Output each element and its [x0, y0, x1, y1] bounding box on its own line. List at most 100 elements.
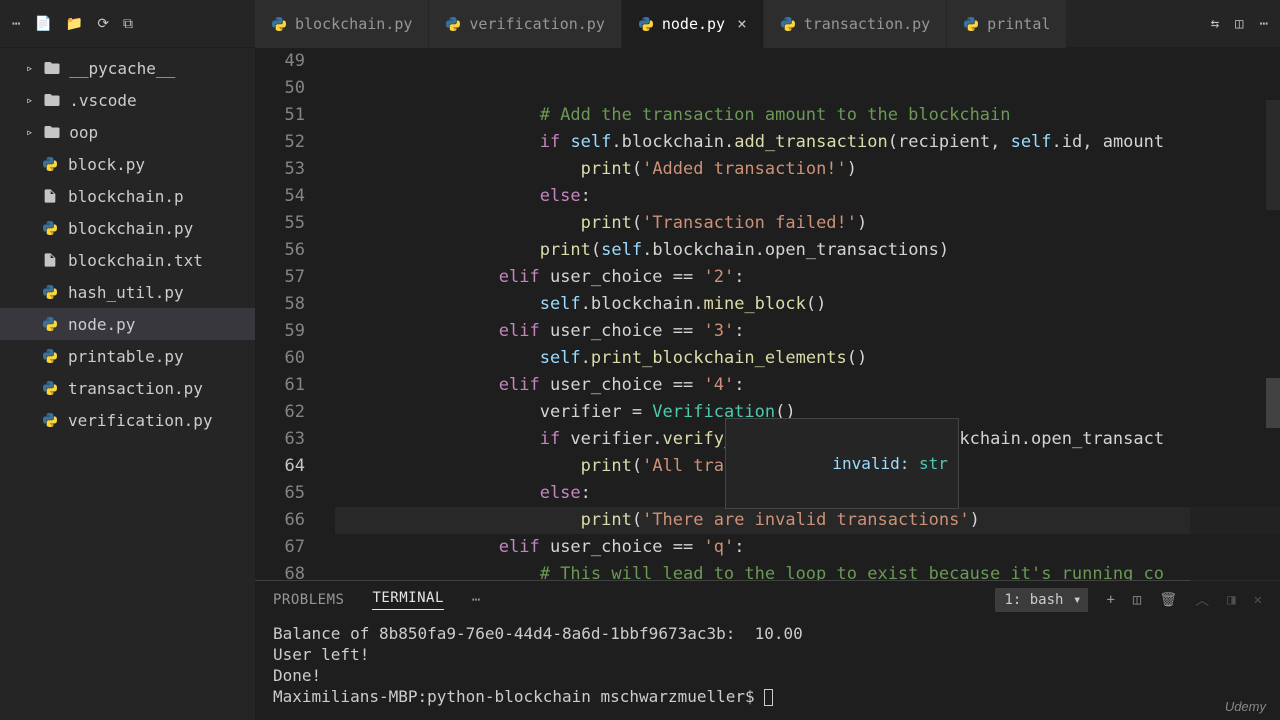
compare-icon[interactable]: ⇆: [1211, 16, 1219, 32]
close-icon[interactable]: ×: [737, 14, 747, 33]
terminal-output[interactable]: Balance of 8b850fa9-76e0-44d4-8a6d-1bbf9…: [255, 619, 1280, 720]
code-line[interactable]: print('Added transaction!'): [335, 156, 1280, 183]
code-line[interactable]: print(self.blockchain.open_transactions): [335, 237, 1280, 264]
folder-icon: [43, 123, 61, 141]
folder-label: oop: [69, 123, 98, 142]
line-number: 65: [255, 480, 305, 507]
file-label: printable.py: [68, 347, 184, 366]
python-icon: [42, 220, 60, 236]
line-number: 57: [255, 264, 305, 291]
kill-terminal-icon[interactable]: 🗑: [1159, 592, 1177, 608]
python-icon: [42, 380, 60, 396]
file-blockchain-p[interactable]: blockchain.p: [0, 180, 255, 212]
watermark: Udemy: [1225, 699, 1266, 714]
file-label: node.py: [68, 315, 135, 334]
minimap[interactable]: [1190, 48, 1280, 580]
line-number: 66: [255, 507, 305, 534]
code-line[interactable]: else:: [335, 183, 1280, 210]
code-line[interactable]: elif user_choice == 'q':: [335, 534, 1280, 561]
code-content[interactable]: # Add the transaction amount to the bloc…: [325, 48, 1280, 580]
folder-oop[interactable]: ▹oop: [0, 116, 255, 148]
folder-__pycache__[interactable]: ▹__pycache__: [0, 52, 255, 84]
folder-icon: [43, 59, 61, 77]
collapse-icon[interactable]: ⧉: [123, 16, 133, 32]
file-verification-py[interactable]: verification.py: [0, 404, 255, 436]
file-label: block.py: [68, 155, 145, 174]
line-number: 51: [255, 102, 305, 129]
minimap-viewport[interactable]: [1266, 100, 1280, 210]
python-icon: [42, 316, 60, 332]
code-line[interactable]: # Add the transaction amount to the bloc…: [335, 102, 1280, 129]
tab-label: printal: [987, 15, 1050, 33]
code-line[interactable]: elif user_choice == '3':: [335, 318, 1280, 345]
tab-more-icon[interactable]: ⋯: [472, 592, 481, 608]
line-number: 60: [255, 345, 305, 372]
file-label: verification.py: [68, 411, 213, 430]
code-line[interactable]: print('Transaction failed!'): [335, 210, 1280, 237]
file-block-py[interactable]: block.py: [0, 148, 255, 180]
tab-label: transaction.py: [804, 15, 930, 33]
python-icon: [42, 348, 60, 364]
editor-actions: ⇆ ◫ ⋯: [1199, 16, 1280, 32]
editor-area: 4950515253545556575859606162636465666768…: [255, 48, 1280, 720]
file-blockchain-txt[interactable]: blockchain.txt: [0, 244, 255, 276]
line-number: 67: [255, 534, 305, 561]
split-icon[interactable]: ◫: [1235, 16, 1243, 32]
python-icon: [780, 16, 796, 32]
code-line[interactable]: self.blockchain.mine_block(): [335, 291, 1280, 318]
code-line[interactable]: self.print_blockchain_elements(): [335, 345, 1280, 372]
file-printable-py[interactable]: printable.py: [0, 340, 255, 372]
file-transaction-py[interactable]: transaction.py: [0, 372, 255, 404]
tab-node-py[interactable]: node.py×: [622, 0, 764, 48]
file-label: blockchain.p: [68, 187, 184, 206]
line-number: 56: [255, 237, 305, 264]
tab-problems[interactable]: PROBLEMS: [273, 592, 344, 608]
file-node-py[interactable]: node.py: [0, 308, 255, 340]
new-folder-icon[interactable]: 📁: [66, 16, 83, 32]
folder-label: __pycache__: [69, 59, 175, 78]
tab-label: blockchain.py: [295, 15, 412, 33]
code-line[interactable]: if self.blockchain.add_transaction(recip…: [335, 129, 1280, 156]
code-line[interactable]: # This will lead to the loop to exist be…: [335, 561, 1280, 580]
file-label: blockchain.py: [68, 219, 193, 238]
refresh-icon[interactable]: ⟳: [97, 16, 109, 32]
code-editor[interactable]: 4950515253545556575859606162636465666768…: [255, 48, 1280, 580]
editor-tabs: blockchain.py verification.py node.py× tran…: [255, 0, 1199, 48]
more-actions-icon[interactable]: ⋯: [1260, 16, 1268, 32]
more-icon[interactable]: ⋯: [12, 16, 20, 32]
code-line[interactable]: elif user_choice == '4':: [335, 372, 1280, 399]
file-explorer[interactable]: ▹__pycache__ ▹ .vscode ▹oop block.py blockcha…: [0, 48, 255, 720]
bottom-panel: PROBLEMS TERMINAL ⋯ 1: bash + ◫ 🗑 ︿ ◨ ✕ …: [255, 580, 1280, 720]
file-blockchain-py[interactable]: blockchain.py: [0, 212, 255, 244]
line-number: 50: [255, 75, 305, 102]
split-terminal-icon[interactable]: ◫: [1133, 592, 1141, 608]
tab-verification-py[interactable]: verification.py: [429, 0, 621, 48]
scrollbar-thumb[interactable]: [1266, 378, 1280, 428]
new-file-icon[interactable]: 📄: [34, 16, 51, 32]
folder-label: .vscode: [69, 91, 136, 110]
line-number: 54: [255, 183, 305, 210]
python-icon: [42, 412, 60, 428]
code-line[interactable]: print('There are invalid transactions'): [335, 507, 1280, 534]
file-hash_util-py[interactable]: hash_util.py: [0, 276, 255, 308]
tab-blockchain-py[interactable]: blockchain.py: [255, 0, 429, 48]
tooltip-name: invalid: [832, 454, 899, 473]
terminal-selector[interactable]: 1: bash: [995, 588, 1088, 612]
python-icon: [963, 16, 979, 32]
chevron-right-icon: ▹: [26, 93, 33, 107]
python-icon: [445, 16, 461, 32]
folder-.vscode[interactable]: ▹ .vscode: [0, 84, 255, 116]
tab-printal[interactable]: printal: [947, 0, 1067, 48]
file-icon: [42, 188, 60, 204]
line-number: 49: [255, 48, 305, 75]
new-terminal-icon[interactable]: +: [1106, 592, 1114, 608]
folder-icon: [43, 91, 61, 109]
line-number: 62: [255, 399, 305, 426]
code-line[interactable]: elif user_choice == '2':: [335, 264, 1280, 291]
tab-terminal[interactable]: TERMINAL: [372, 590, 443, 610]
line-gutter: 4950515253545556575859606162636465666768: [255, 48, 325, 580]
tab-label: verification.py: [469, 15, 604, 33]
python-icon: [271, 16, 287, 32]
tab-transaction-py[interactable]: transaction.py: [764, 0, 947, 48]
explorer-actions: ⋯ 📄 📁 ⟳ ⧉: [0, 16, 255, 32]
